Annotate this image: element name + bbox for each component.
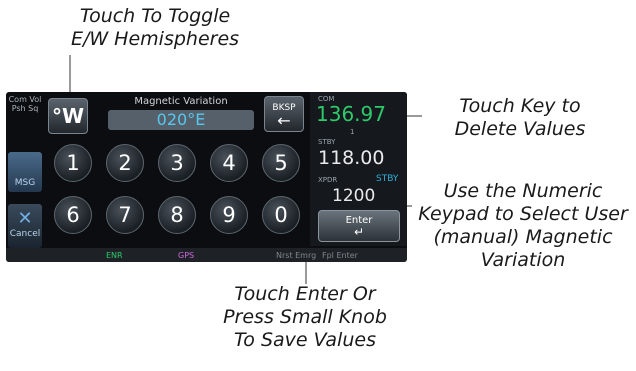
key-2[interactable]: 2	[106, 144, 144, 182]
key-5[interactable]: 5	[262, 144, 300, 182]
hemisphere-toggle-button[interactable]: °W	[48, 98, 88, 134]
callout-toggle-hemisphere: Touch To Toggle E/W Hemispheres	[70, 5, 240, 50]
nav-source-indicator: GPS	[178, 250, 195, 260]
status-bar-nav-item: Nrst Emrg	[276, 250, 317, 260]
key-1[interactable]: 1	[54, 144, 92, 182]
com-active-frequency[interactable]: 136.97	[316, 102, 386, 126]
key-0[interactable]: 0	[262, 196, 300, 234]
key-6[interactable]: 6	[54, 196, 92, 234]
enter-return-icon: ↵	[353, 225, 365, 239]
msg-button[interactable]: MSG	[8, 152, 42, 192]
callout-delete-values: Touch Key to Delete Values	[454, 95, 586, 140]
cancel-icon: ✕	[17, 208, 33, 229]
com-channel-indicator: 1	[350, 128, 355, 136]
device-screen: Com Vol Psh Sq MSG ✕ Cancel °W Magnetic …	[6, 92, 407, 262]
callout-save-values: Touch Enter Or Press Small Knob To Save …	[223, 283, 387, 351]
key-7[interactable]: 7	[106, 196, 144, 234]
enter-button[interactable]: Enter ↵	[318, 210, 400, 242]
key-8[interactable]: 8	[158, 196, 196, 234]
magnetic-variation-value-field: 020°E	[108, 110, 254, 130]
backspace-button[interactable]: BKSP ←	[264, 96, 304, 132]
flight-phase-indicator: ENR	[106, 250, 123, 260]
standby-label: STBY	[318, 138, 336, 146]
xpdr-label: XPDR	[318, 176, 338, 184]
cancel-button[interactable]: ✕ Cancel	[8, 204, 42, 248]
key-3[interactable]: 3	[158, 144, 196, 182]
status-bar-fpl-item: Fpl Enter	[322, 250, 358, 260]
xpdr-mode: STBY	[376, 174, 399, 184]
radio-panel: COM 136.97 1 STBY 118.00 XPDR STBY 1200 …	[310, 92, 407, 246]
callout-numeric-keypad: Use the Numeric Keypad to Select User (m…	[418, 180, 628, 271]
key-4[interactable]: 4	[210, 144, 248, 182]
xpdr-code[interactable]: 1200	[332, 186, 375, 206]
com-standby-frequency[interactable]: 118.00	[318, 147, 384, 169]
status-bar: ENR GPS Nrst Emrg Fpl Enter	[6, 248, 407, 262]
com-volume-label: Com Vol Psh Sq	[8, 95, 42, 113]
backspace-arrow-icon: ←	[277, 111, 291, 130]
page-title: Magnetic Variation	[134, 96, 228, 107]
key-9[interactable]: 9	[210, 196, 248, 234]
